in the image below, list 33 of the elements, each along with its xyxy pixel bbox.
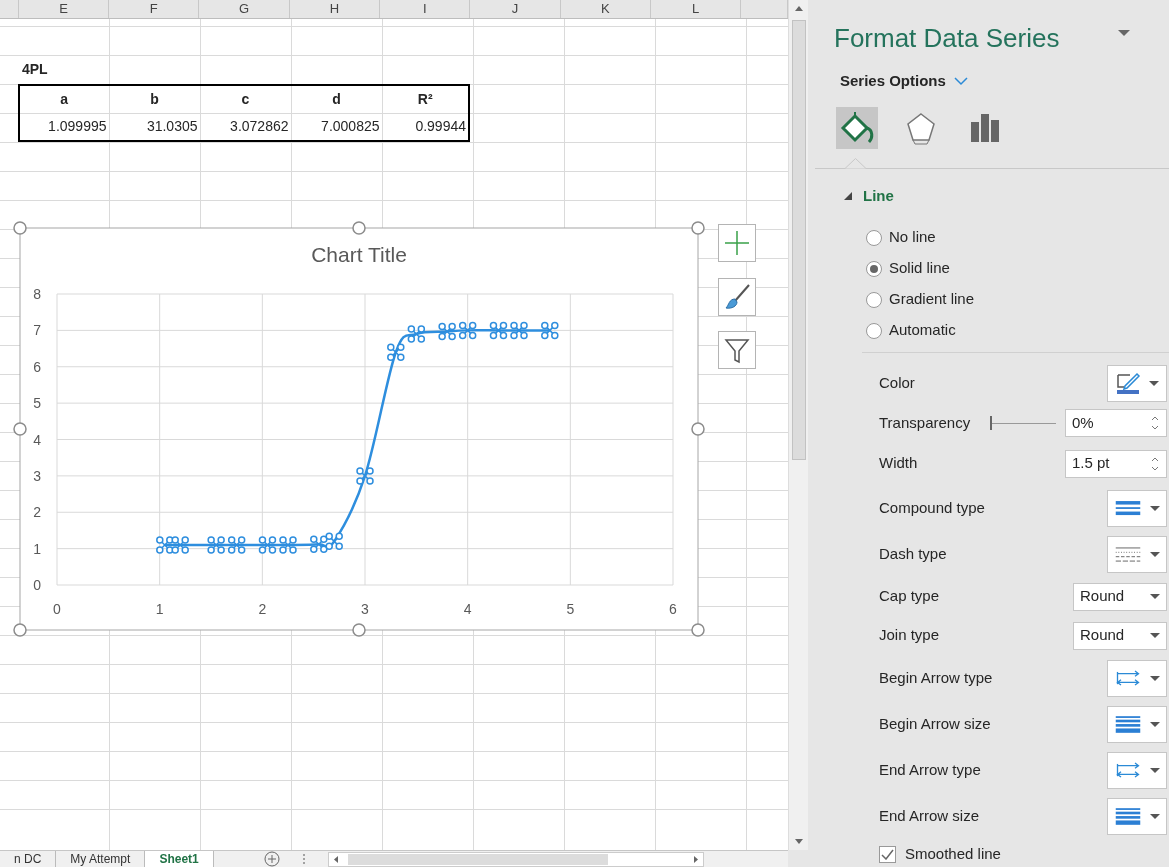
property-label: Compound type (879, 497, 985, 518)
pane-title: Format Data Series (834, 22, 1060, 55)
axis-label: 5 (33, 395, 41, 412)
axis-label: 1 (155, 601, 164, 617)
axis-label: 0 (33, 577, 41, 593)
axis-label: 2 (33, 504, 41, 521)
axis-label: 3 (361, 601, 369, 617)
property-label: Begin Arrow size (879, 713, 991, 734)
property-label: Color (879, 372, 915, 393)
field-value: 0% (1072, 412, 1094, 433)
axis-label: 2 (258, 601, 267, 617)
axis-label: 5 (566, 601, 575, 617)
property-label: Width (879, 453, 918, 474)
axis-label: 6 (669, 601, 677, 617)
property-label: Cap type (879, 586, 940, 607)
field-value: Round (1080, 586, 1125, 607)
axis-label: 0 (53, 601, 61, 617)
field-value: 1.5 pt (1072, 453, 1110, 474)
table-header: a (19, 85, 109, 113)
axis-label: 3 (33, 467, 41, 484)
axis-label: 8 (33, 286, 41, 302)
axis-label: 7 (33, 322, 41, 339)
axis-label: 4 (33, 431, 41, 448)
property-label: End Arrow size (879, 805, 980, 826)
axis-label: 4 (463, 601, 472, 617)
axis-label: 1 (33, 540, 41, 557)
property-label: End Arrow type (879, 759, 981, 780)
property-label: Join type (879, 625, 940, 646)
property-label: Dash type (879, 543, 947, 564)
axis-label: 6 (33, 358, 41, 375)
field-value: Round (1080, 625, 1125, 646)
property-label: Transparency (879, 412, 971, 433)
property-label: Begin Arrow type (879, 667, 993, 688)
